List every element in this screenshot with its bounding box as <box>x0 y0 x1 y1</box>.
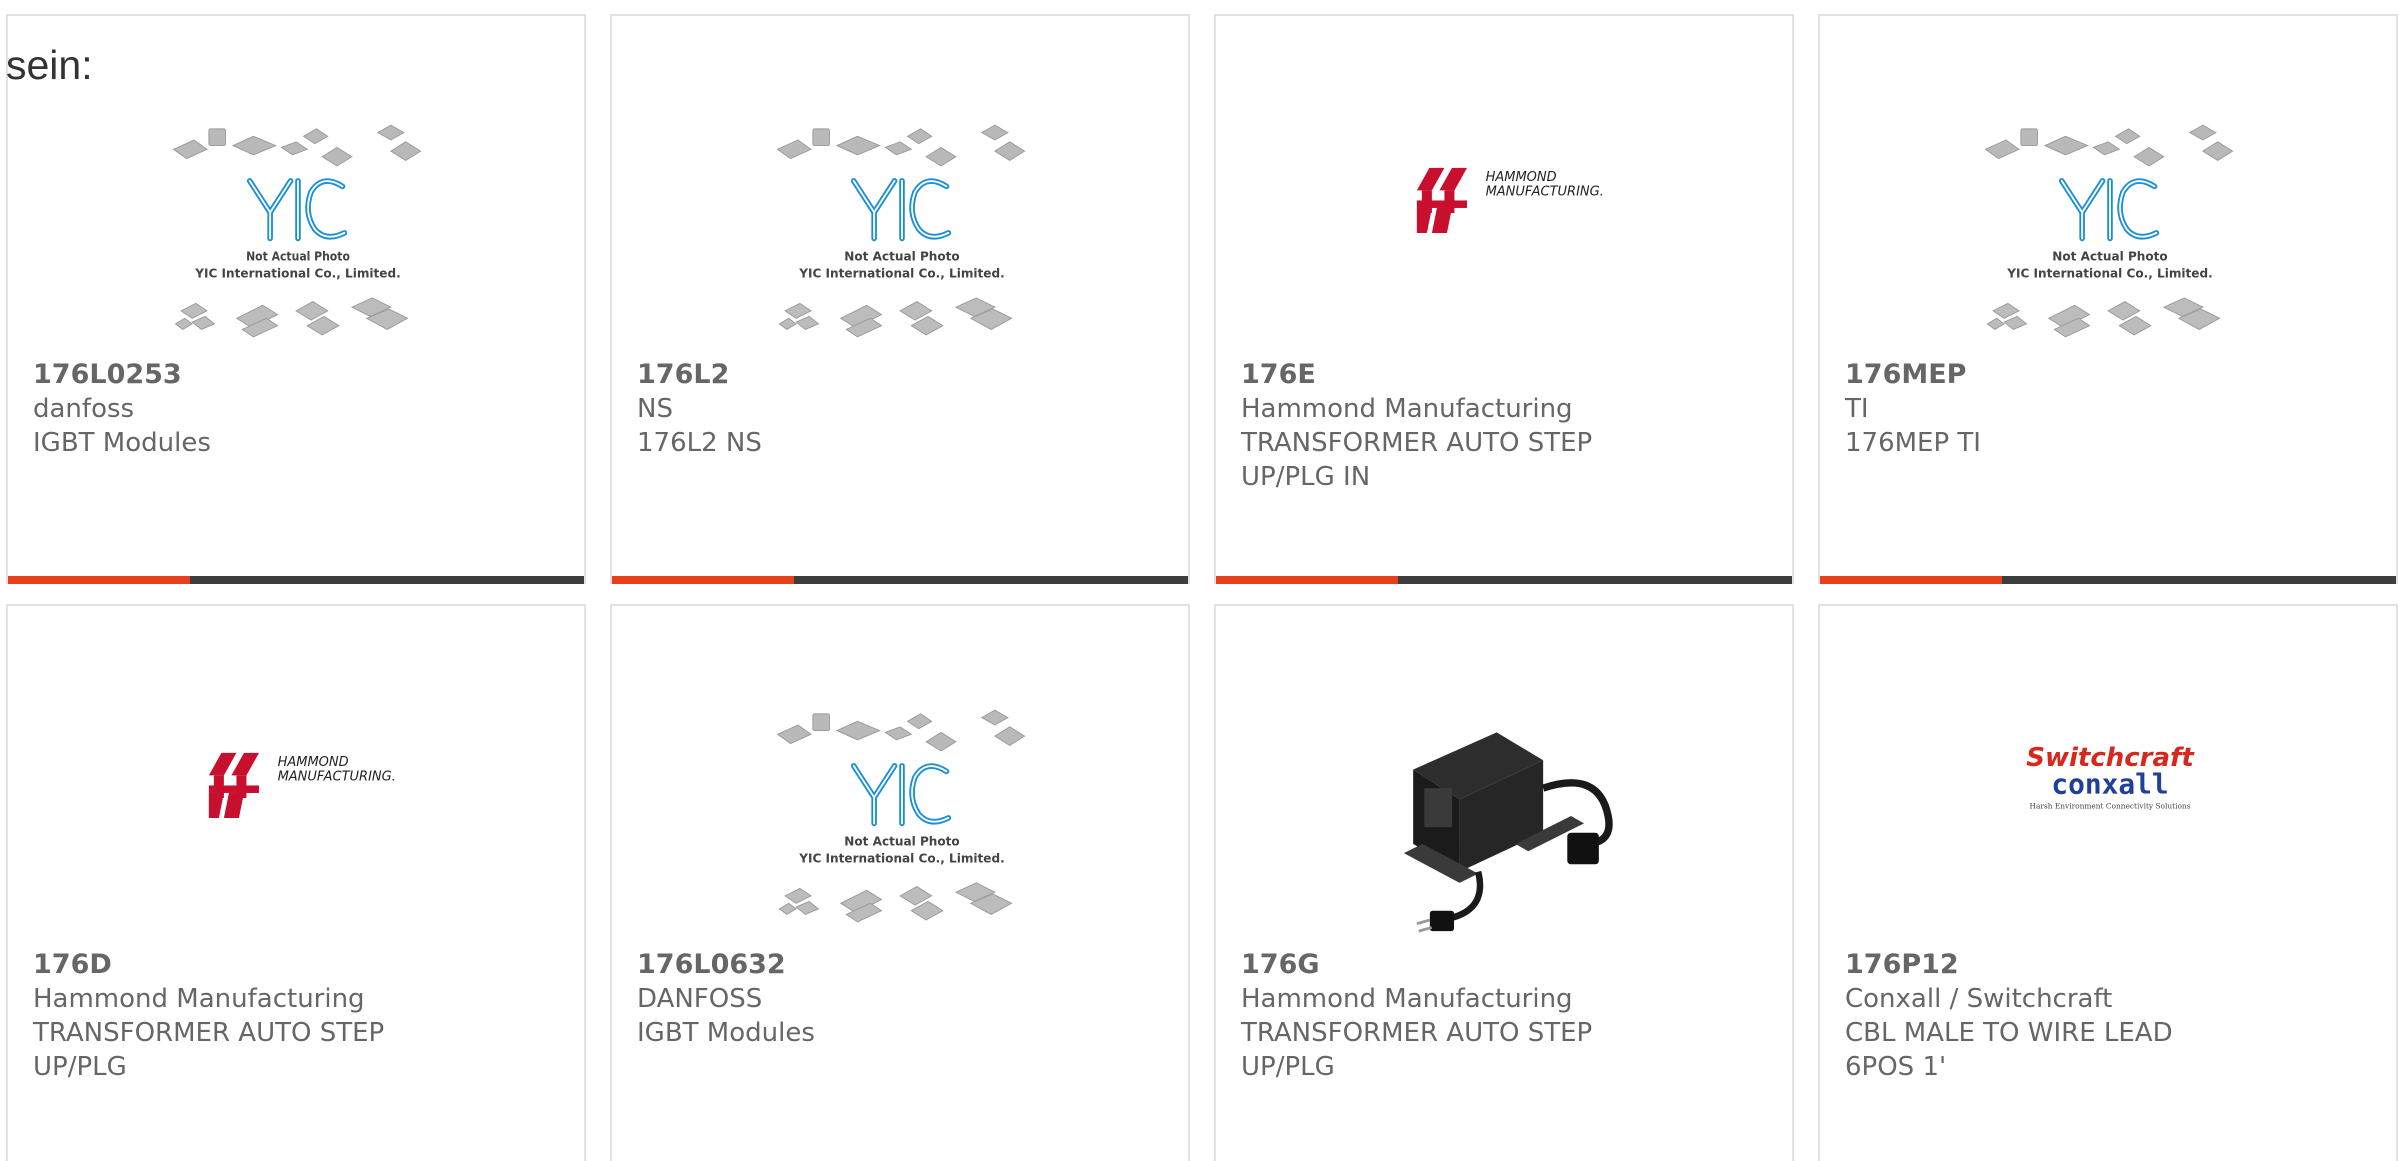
placeholder-caption-1: Not Actual Photo <box>844 250 959 264</box>
placeholder-caption-1: Not Actual Photo <box>2052 250 2167 264</box>
product-card[interactable]: 176G Hammond Manufacturing TRANSFORMER A… <box>1214 604 1794 1161</box>
transformer-photo[interactable] <box>1376 691 1636 941</box>
description: TRANSFORMER AUTO STEP UP/PLG <box>33 1018 385 1082</box>
manufacturer: Hammond Manufacturing <box>33 984 365 1014</box>
part-number-link[interactable]: 176L0253 <box>33 358 553 392</box>
placeholder-caption-1: Not Actual Photo <box>844 835 959 849</box>
description: IGBT Modules <box>33 428 211 458</box>
conxall-wordmark: conxall <box>2051 768 2168 801</box>
product-card[interactable]: Not Actual Photo YIC International Co., … <box>610 604 1190 1161</box>
product-card[interactable]: Not Actual Photo YIC International Co., … <box>610 14 1190 584</box>
manufacturer: Hammond Manufacturing <box>1241 984 1573 1014</box>
manufacturer: TI <box>1845 394 1869 424</box>
product-card[interactable]: Switchcraft conxall Harsh Environment Co… <box>1818 604 2398 1161</box>
product-card[interactable]: Not Actual Photo YIC International Co., … <box>6 14 586 584</box>
product-card[interactable]: Not Actual Photo YIC International Co., … <box>1818 14 2398 584</box>
part-number-link[interactable]: 176E <box>1241 358 1601 392</box>
manufacturer: Hammond Manufacturing <box>1241 394 1573 424</box>
card-accent <box>612 576 794 584</box>
product-image-placeholder[interactable]: Not Actual Photo YIC International Co., … <box>772 106 1032 356</box>
placeholder-caption-2: YIC International Co., Limited. <box>798 851 1004 865</box>
manufacturer: Conxall / Switchcraft <box>1845 984 2113 1014</box>
part-number-link[interactable]: 176L0632 <box>637 948 1157 982</box>
switchcraft-conxall-logo[interactable]: Switchcraft conxall Harsh Environment Co… <box>1980 691 2240 941</box>
description: IGBT Modules <box>637 1018 815 1048</box>
hammond-logo-line1: HAMMOND <box>278 755 349 770</box>
placeholder-caption-2: YIC International Co., Limited. <box>194 266 400 280</box>
hammond-logo-line2: MANUFACTURING. <box>278 770 396 785</box>
card-accent <box>1216 576 1398 584</box>
hammond-logo-image[interactable]: HAMMOND MANUFACTURING. <box>168 691 428 941</box>
product-image-placeholder[interactable]: Not Actual Photo YIC International Co., … <box>772 691 1032 941</box>
part-number-link[interactable]: 176L2 <box>637 358 1157 392</box>
card-accent <box>8 576 190 584</box>
card-bottom-bar <box>612 576 1188 584</box>
manufacturer: danfoss <box>33 394 135 424</box>
manufacturer: DANFOSS <box>637 984 763 1014</box>
intro-text: sein: <box>6 42 93 88</box>
card-bottom-bar <box>1216 576 1792 584</box>
hammond-logo-image[interactable]: HAMMOND MANUFACTURING. <box>1376 106 1636 356</box>
product-image-placeholder[interactable]: Not Actual Photo YIC International Co., … <box>168 106 428 356</box>
description: 176L2 NS <box>637 428 762 458</box>
placeholder-caption-2: YIC International Co., Limited. <box>798 266 1004 280</box>
product-image-placeholder[interactable]: Not Actual Photo YIC International Co., … <box>1980 106 2240 356</box>
description: CBL MALE TO WIRE LEAD 6POS 1' <box>1845 1018 2173 1082</box>
hammond-logo-line2: MANUFACTURING. <box>1486 185 1604 200</box>
description: 176MEP TI <box>1845 428 1981 458</box>
hammond-logo-line1: HAMMOND <box>1486 170 1557 185</box>
part-number-link[interactable]: 176MEP <box>1845 358 2365 392</box>
part-number-link[interactable]: 176D <box>33 948 393 982</box>
logo-tagline: Harsh Environment Connectivity Solutions <box>2030 802 2191 811</box>
card-accent <box>1820 576 2002 584</box>
card-bottom-bar <box>8 576 584 584</box>
placeholder-caption-1: Not Actual Photo <box>246 250 350 264</box>
placeholder-caption-2: YIC International Co., Limited. <box>2006 266 2212 280</box>
part-number-link[interactable]: 176P12 <box>1845 948 2245 982</box>
product-card[interactable]: HAMMOND MANUFACTURING. 176D Hammond Manu… <box>6 604 586 1161</box>
manufacturer: NS <box>637 394 673 424</box>
description: TRANSFORMER AUTO STEP UP/PLG IN <box>1241 428 1593 492</box>
product-card[interactable]: HAMMOND MANUFACTURING. 176E Hammond Manu… <box>1214 14 1794 584</box>
part-number-link[interactable]: 176G <box>1241 948 1601 982</box>
card-bottom-bar <box>1820 576 2396 584</box>
description: TRANSFORMER AUTO STEP UP/PLG <box>1241 1018 1593 1082</box>
